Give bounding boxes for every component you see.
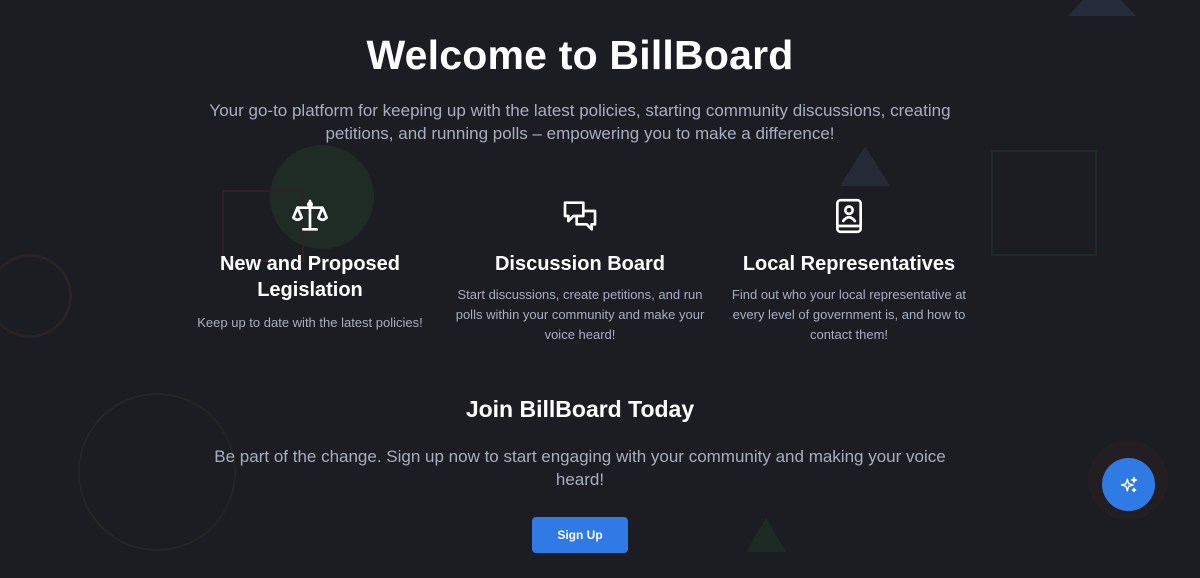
feature-title: Local Representatives: [742, 253, 956, 275]
decorative-triangle: [1068, 0, 1136, 16]
feature-description: Keep up to date with the latest policies…: [197, 315, 423, 330]
feature-local-representatives: Local Representatives Find out who your …: [724, 196, 974, 345]
sparkles-icon: [1120, 476, 1137, 492]
scales-icon: [292, 199, 328, 231]
page-subtitle: Your go-to platform for keeping up with …: [209, 101, 951, 143]
contact-book-icon: [836, 198, 862, 234]
landing-page: Welcome to BillBoard Your go-to platform…: [0, 0, 1200, 578]
decorative-square: [991, 150, 1097, 256]
decorative-triangle: [840, 146, 890, 186]
feature-description: Start discussions, create petitions, and…: [455, 287, 705, 342]
feature-discussion-board: Discussion Board Start discussions, crea…: [455, 196, 705, 345]
feature-legislation: New and Proposed Legislation Keep up to …: [185, 196, 435, 333]
feature-title: New and Proposed Legislation: [219, 253, 401, 301]
sign-up-button[interactable]: Sign Up: [532, 517, 628, 553]
decorative-circle: [0, 254, 72, 338]
chat-bubbles-icon: [563, 201, 597, 231]
decorative-triangle: [746, 518, 786, 552]
assistant-fab-button[interactable]: [1102, 458, 1155, 511]
feature-title: Discussion Board: [494, 253, 666, 275]
join-title: Join BillBoard Today: [465, 396, 695, 422]
join-description: Be part of the change. Sign up now to st…: [214, 447, 946, 489]
page-title: Welcome to BillBoard: [366, 32, 794, 78]
feature-description: Find out who your local representative a…: [731, 287, 967, 342]
